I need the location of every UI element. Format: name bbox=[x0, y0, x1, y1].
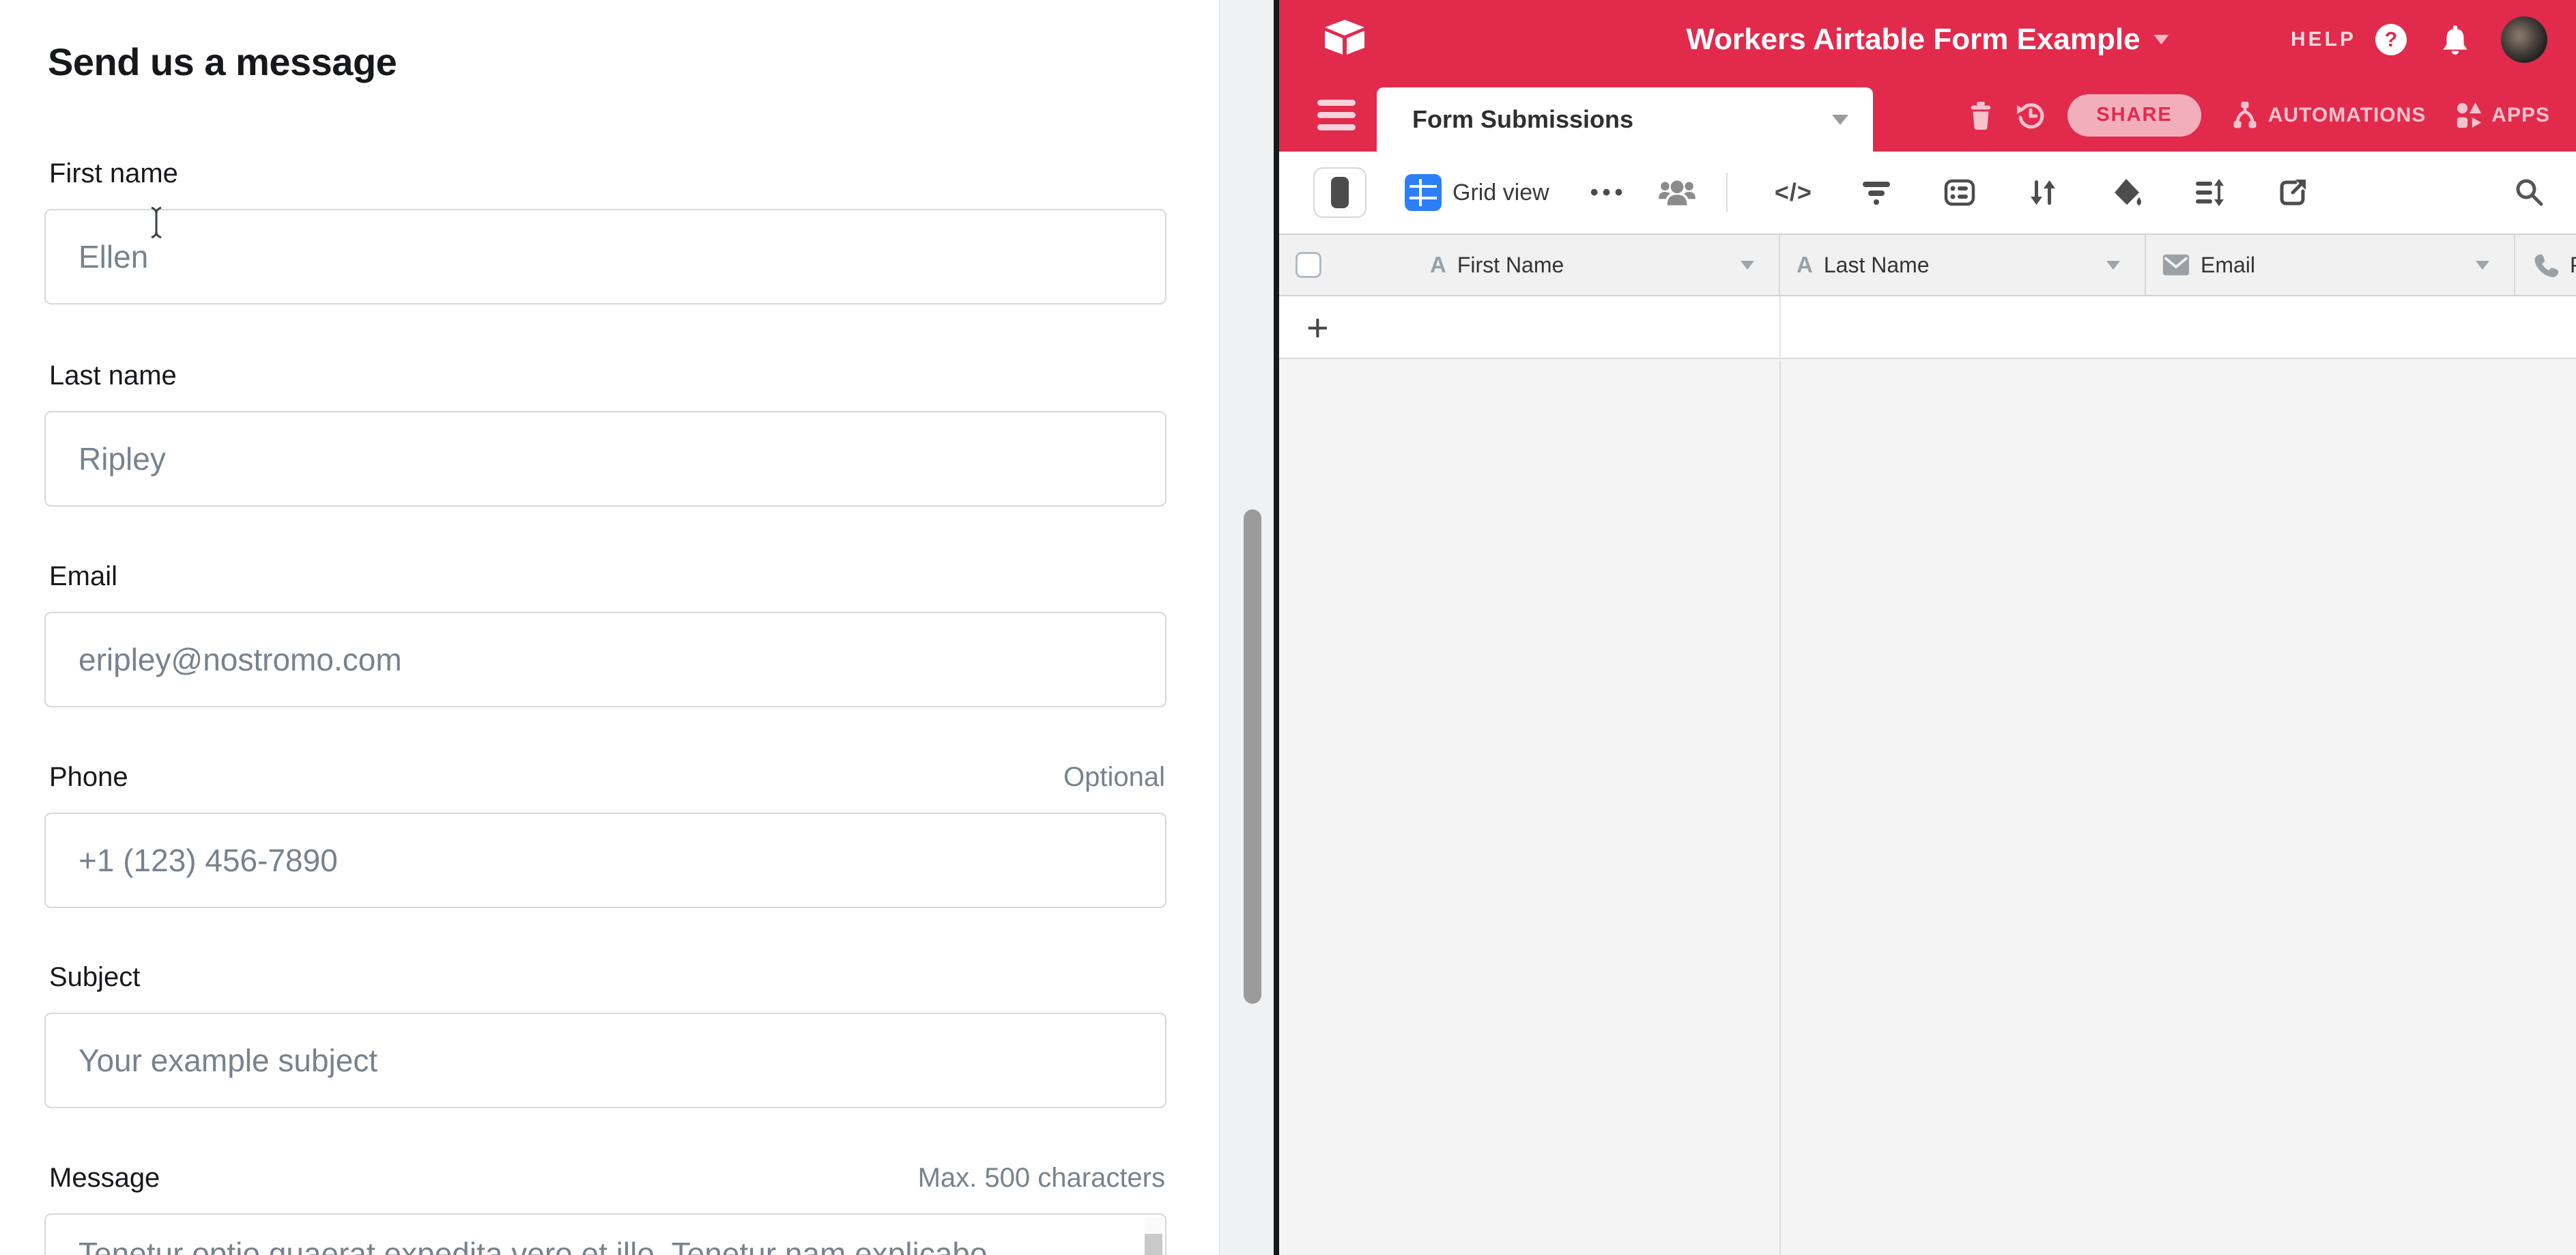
column-header-email[interactable]: Email bbox=[2146, 235, 2515, 295]
page-scrollbar-thumb[interactable] bbox=[1244, 509, 1261, 1004]
apps-label: APPS bbox=[2491, 104, 2550, 127]
add-record-row[interactable]: + bbox=[1279, 296, 2576, 359]
topbar-right-cluster: HELP ? bbox=[2291, 0, 2547, 79]
toolbar-divider bbox=[1726, 173, 1728, 212]
window-divider bbox=[1274, 0, 1279, 1255]
hide-fields-button[interactable]: </> bbox=[1775, 175, 1811, 210]
color-button[interactable] bbox=[2108, 175, 2144, 210]
hide-fields-icon: </> bbox=[1775, 178, 1812, 207]
message-label: Message bbox=[49, 1161, 160, 1194]
help-question-icon[interactable]: ? bbox=[2375, 24, 2407, 55]
grid-view-button[interactable]: Grid view bbox=[1405, 174, 1549, 211]
text-field-type-icon: A bbox=[1430, 252, 1446, 278]
collaborators-icon[interactable] bbox=[1658, 175, 1696, 210]
airtable-topbar: Workers Airtable Form Example HELP ? bbox=[1279, 0, 2576, 79]
notifications-bell-icon[interactable] bbox=[2441, 24, 2470, 55]
email-field-type-icon bbox=[2162, 253, 2190, 277]
column-header-first-name[interactable]: A First Name bbox=[1279, 235, 1780, 295]
share-view-button[interactable] bbox=[2275, 175, 2310, 210]
automations-button[interactable]: AUTOMATIONS bbox=[2230, 100, 2427, 130]
tabbar-right-cluster: SHARE AUTOMATIONS bbox=[1947, 79, 2550, 152]
phone-field-type-icon bbox=[2533, 252, 2559, 278]
share-button[interactable]: SHARE bbox=[2067, 94, 2201, 137]
view-name: Grid view bbox=[1452, 180, 1549, 206]
field-subject: Subject bbox=[44, 961, 1167, 1108]
column-divider bbox=[1779, 361, 1781, 1255]
search-icon bbox=[2513, 177, 2545, 208]
field-last-name: Last name bbox=[44, 359, 1167, 507]
column-header-last-name[interactable]: A Last Name bbox=[1780, 235, 2146, 295]
airtable-logo-icon[interactable] bbox=[1323, 18, 1366, 57]
field-phone: Phone Optional bbox=[44, 761, 1167, 908]
trash-icon[interactable] bbox=[1966, 100, 1995, 131]
chevron-down-icon bbox=[1832, 115, 1848, 125]
subject-input[interactable] bbox=[44, 1013, 1167, 1108]
tab-form-submissions[interactable]: Form Submissions bbox=[1377, 87, 1873, 152]
add-record-plus-icon[interactable]: + bbox=[1306, 296, 1329, 358]
automations-icon bbox=[2230, 100, 2260, 130]
help-button[interactable]: HELP bbox=[2291, 28, 2356, 51]
text-field-type-icon: A bbox=[1797, 252, 1813, 278]
grid-view-icon bbox=[1405, 174, 1442, 211]
text-cursor-pointer bbox=[145, 205, 168, 240]
grid-empty-area bbox=[1279, 361, 2576, 1255]
sidebar-toggle-icon bbox=[1331, 177, 1349, 208]
user-avatar[interactable] bbox=[2501, 16, 2547, 63]
select-all-checkbox[interactable] bbox=[1296, 252, 1321, 278]
view-sidebar-toggle-button[interactable] bbox=[1313, 167, 1366, 218]
last-name-label: Last name bbox=[49, 359, 177, 392]
apps-button[interactable]: APPS bbox=[2455, 101, 2550, 130]
message-textarea[interactable] bbox=[44, 1213, 1167, 1255]
hamburger-menu-icon[interactable] bbox=[1317, 100, 1356, 130]
phone-optional-note: Optional bbox=[1063, 761, 1165, 793]
last-name-input[interactable] bbox=[44, 411, 1167, 507]
airtable-pane: Workers Airtable Form Example HELP ? bbox=[1279, 0, 2576, 1255]
paint-bucket-icon bbox=[2110, 176, 2143, 209]
search-button[interactable] bbox=[2513, 177, 2545, 208]
chevron-down-icon bbox=[2106, 261, 2120, 270]
active-table-name: Form Submissions bbox=[1412, 105, 1633, 134]
email-label: Email bbox=[49, 560, 117, 593]
apps-icon bbox=[2455, 101, 2483, 130]
filter-icon bbox=[1860, 176, 1893, 209]
group-button[interactable] bbox=[1942, 175, 1977, 210]
page-scrollbar-track[interactable] bbox=[1219, 0, 1274, 1255]
screen: Send us a message First name Last name E… bbox=[0, 0, 2576, 1255]
first-name-label: First name bbox=[49, 157, 178, 190]
group-icon bbox=[1943, 176, 1976, 209]
row-height-button[interactable] bbox=[2192, 175, 2227, 210]
field-first-name: First name bbox=[44, 157, 1167, 305]
sort-button[interactable] bbox=[2025, 175, 2061, 210]
phone-label: Phone bbox=[49, 761, 128, 793]
field-email: Email bbox=[44, 560, 1167, 707]
first-name-input[interactable] bbox=[44, 209, 1167, 305]
sort-icon bbox=[2027, 176, 2059, 209]
automations-label: AUTOMATIONS bbox=[2268, 104, 2427, 127]
message-maxchars-note: Max. 500 characters bbox=[918, 1161, 1165, 1194]
table-tab-bar: Form Submissions bbox=[1279, 79, 2576, 152]
open-external-icon bbox=[2276, 176, 2309, 209]
history-icon[interactable] bbox=[2014, 99, 2047, 132]
field-message: Message Max. 500 characters bbox=[44, 1161, 1167, 1255]
grid-header-row: A First Name A Last Name Email bbox=[1279, 234, 2576, 296]
subject-label: Subject bbox=[49, 961, 140, 993]
view-toolbar: Grid view ••• </> bbox=[1279, 152, 2576, 234]
column-divider bbox=[1779, 296, 1781, 358]
filter-button[interactable] bbox=[1859, 175, 1894, 210]
column-header-phone[interactable]: Phone bbox=[2515, 235, 2576, 295]
view-options-overflow-button[interactable]: ••• bbox=[1590, 180, 1627, 206]
form-title: Send us a message bbox=[48, 40, 397, 84]
textarea-scrollbar-thumb[interactable] bbox=[1145, 1234, 1162, 1255]
email-input[interactable] bbox=[44, 612, 1167, 707]
row-height-icon bbox=[2193, 176, 2226, 209]
contact-form-pane: Send us a message First name Last name E… bbox=[0, 0, 1219, 1255]
base-title-menu[interactable]: Workers Airtable Form Example bbox=[1686, 0, 2169, 79]
phone-input[interactable] bbox=[44, 813, 1167, 908]
chevron-down-icon bbox=[2154, 35, 2169, 44]
chevron-down-icon bbox=[2476, 261, 2489, 270]
base-title: Workers Airtable Form Example bbox=[1686, 23, 2140, 57]
chevron-down-icon bbox=[1741, 261, 1754, 270]
